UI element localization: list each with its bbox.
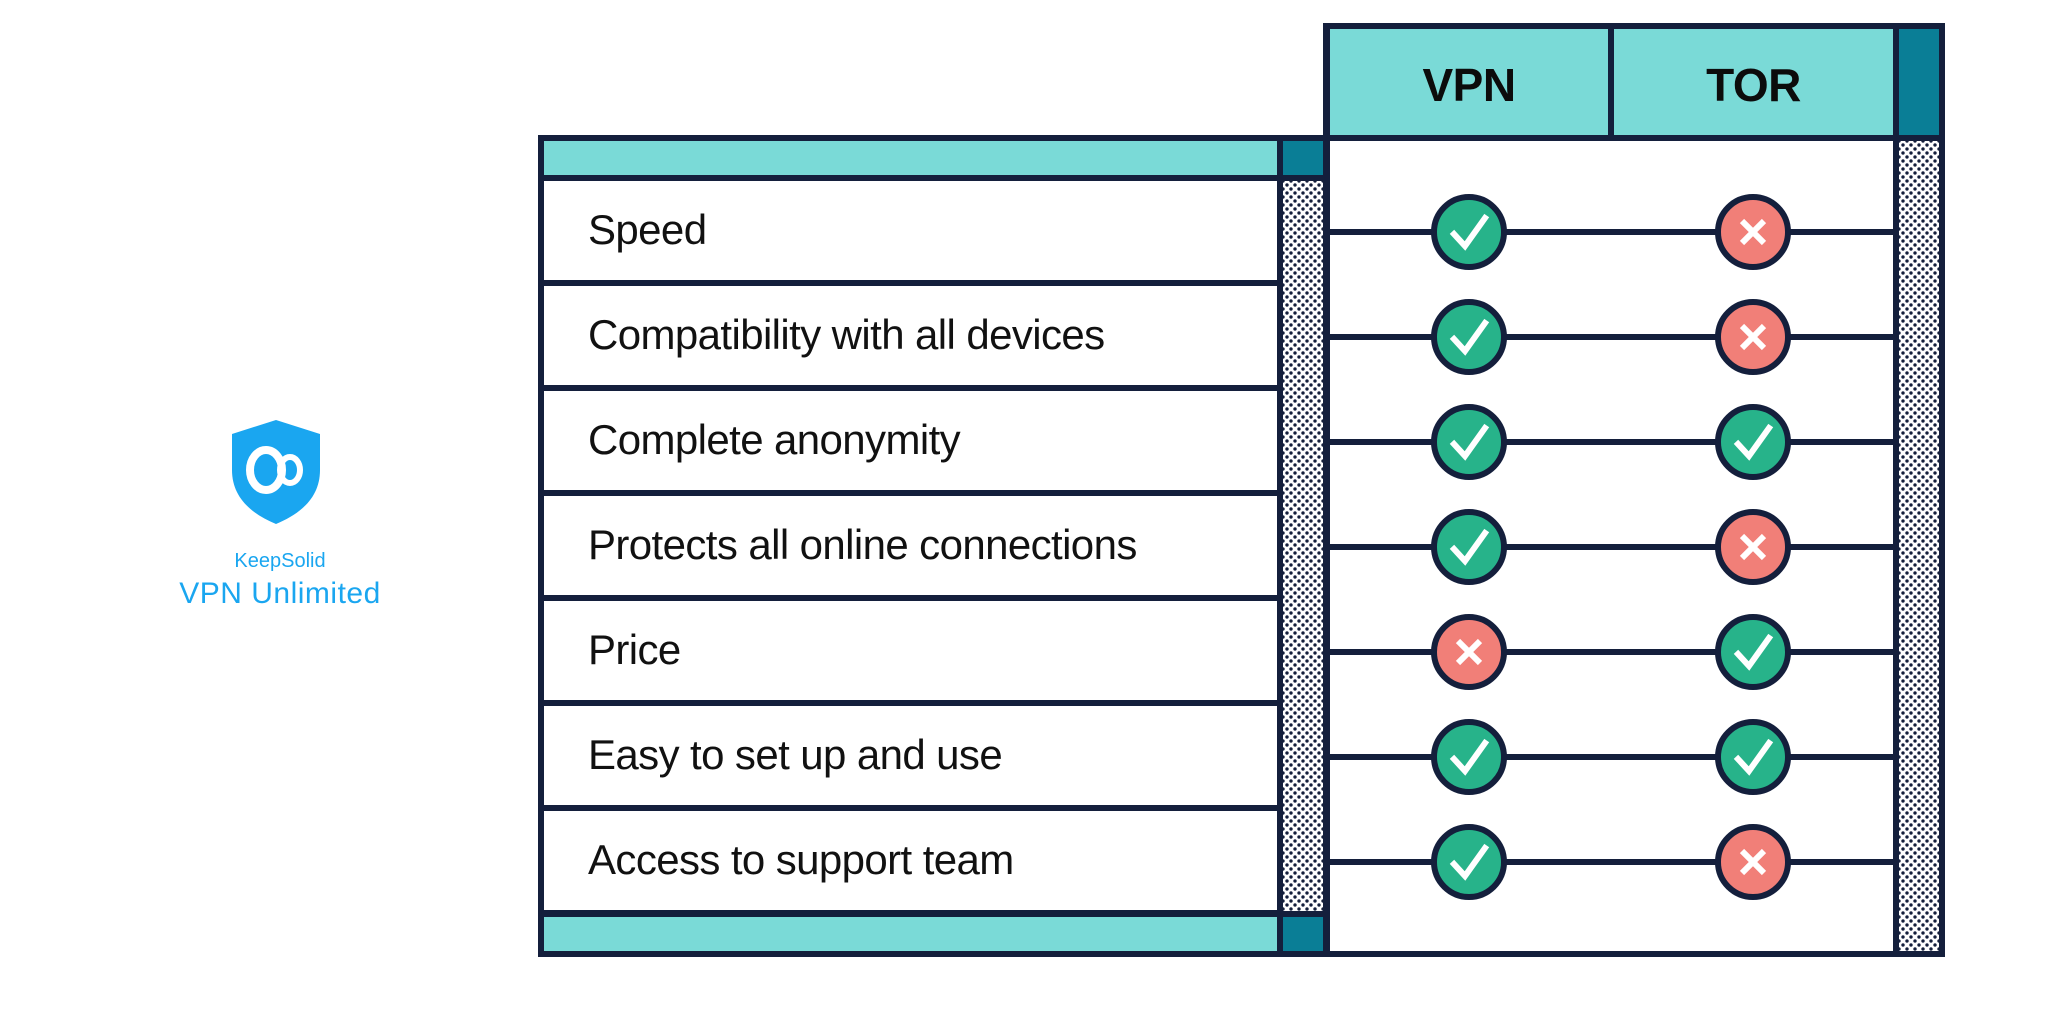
row-connector-line [1330,228,1893,235]
row-connector-line [1330,333,1893,340]
feature-label: Easy to set up and use [588,730,1003,778]
feature-label: Access to support team [588,835,1014,883]
vpn-status-no [1431,613,1507,690]
header-accent-block [1899,29,1939,135]
column-header-tor: TOR [1706,59,1801,111]
feature-label: Compatibility with all devices [588,310,1105,358]
feature-label: Speed [588,205,707,253]
tor-status-yes [1715,613,1791,690]
row-connector-line [1330,543,1893,550]
row-connector-line [1330,753,1893,760]
tor-status-no [1715,508,1791,585]
tor-status-yes [1715,718,1791,795]
row-connector-line [1330,858,1893,865]
vpn-status-yes [1431,718,1507,795]
vpn-status-yes [1431,298,1507,375]
row-connector-line [1330,648,1893,655]
row-connector-line [1330,438,1893,445]
column-header-vpn: VPN [1422,59,1516,111]
feature-label: Protects all online connections [588,520,1137,568]
shield-infinity-icon [232,420,320,524]
divider-dotted-column [1283,181,1323,911]
feature-label: Price [588,625,681,673]
tor-status-no [1715,193,1791,270]
vpn-status-yes [1431,823,1507,900]
tor-status-no [1715,823,1791,900]
brand-logo: KeepSolid VPN Unlimited [160,415,400,615]
tor-status-yes [1715,403,1791,480]
brand-product: VPN Unlimited [179,577,381,610]
tor-status-no [1715,298,1791,375]
divider-bottom-block [1283,917,1323,951]
features-footer-band [544,917,1277,951]
feature-label: Complete anonymity [588,415,961,463]
divider-top-block [1283,141,1323,175]
right-dotted-column [1899,141,1939,951]
vpn-status-yes [1431,403,1507,480]
vpn-status-yes [1431,193,1507,270]
vpn-status-yes [1431,508,1507,585]
features-header-band [544,141,1277,175]
brand-company: KeepSolid [234,550,326,572]
